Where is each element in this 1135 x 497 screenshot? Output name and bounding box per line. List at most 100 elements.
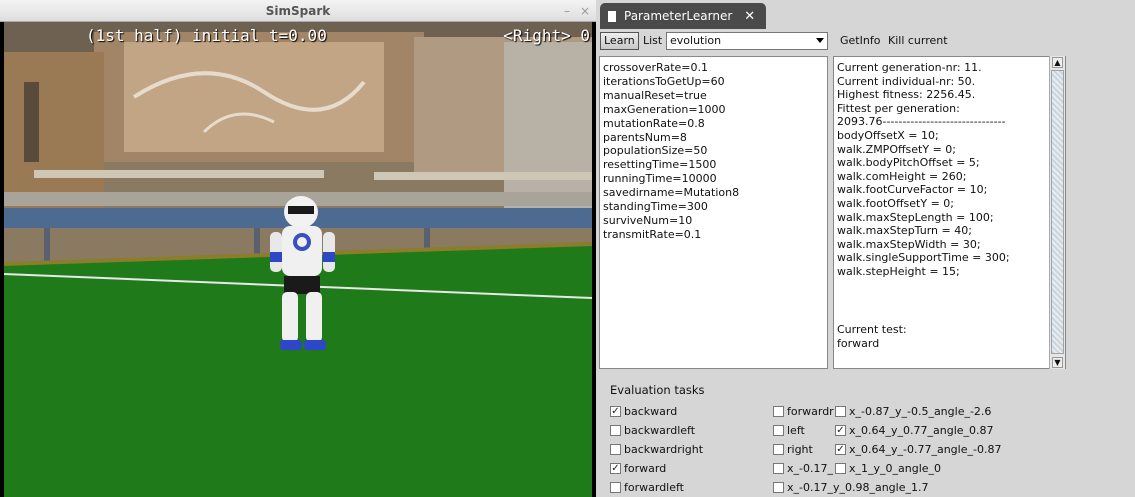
- checkbox[interactable]: [773, 444, 784, 455]
- getinfo-button[interactable]: GetInfo: [840, 34, 880, 47]
- current-test-value: forward: [837, 336, 880, 350]
- task-label: left: [787, 424, 805, 437]
- task-checkbox-item[interactable]: ✓ backward: [610, 405, 677, 418]
- score-text: <Right> 0: [503, 26, 590, 45]
- current-test-label: Current test:: [837, 323, 907, 336]
- checkbox[interactable]: [610, 444, 621, 455]
- task-checkbox-item[interactable]: ✓ x_0.64_y_0.77_angle_0.87: [835, 424, 994, 437]
- info-line: walk.comHeight = 260;: [837, 169, 967, 183]
- simspark-window: SimSpark – × (1st half) initial t=0.00 <…: [0, 0, 596, 497]
- param-line: mutationRate=0.8: [603, 116, 705, 130]
- task-label: x_0.64_y_0.77_angle_0.87: [849, 424, 994, 437]
- info-line: walk.footOffsetY = 0;: [837, 196, 954, 210]
- close-tab-icon[interactable]: ✕: [744, 9, 755, 24]
- info-line: Fittest per generation:: [837, 101, 960, 115]
- task-label: x_0.64_y_-0.77_angle_-0.87: [849, 443, 1002, 456]
- info-lines: Current generation-nr: 11. Current indivi…: [837, 61, 1062, 279]
- game-state-text: (1st half) initial t=0.00: [86, 26, 327, 45]
- evaluation-tasks-title: Evaluation tasks: [610, 383, 705, 397]
- scroll-up-icon[interactable]: ▲: [1052, 57, 1063, 68]
- list-dropdown-value: evolution: [670, 34, 722, 47]
- tab-parameter-learner[interactable]: ParameterLearner ✕: [600, 3, 766, 29]
- param-line: iterationsToGetUp=60: [603, 74, 725, 88]
- checkbox[interactable]: [773, 463, 784, 474]
- task-label: forward: [624, 462, 667, 475]
- info-textarea[interactable]: Current generation-nr: 11. Current indivi…: [833, 56, 1066, 369]
- scroll-thumb[interactable]: [1051, 70, 1064, 354]
- tab-label: ParameterLearner: [624, 9, 733, 23]
- info-line: walk.footCurveFactor = 10;: [837, 183, 988, 197]
- info-scrollbar[interactable]: ▲ ▼: [1049, 56, 1065, 369]
- task-label: x_-0.17_y_0.98_angle_1.7: [787, 481, 929, 494]
- info-line: walk.ZMPOffsetY = 0;: [837, 142, 957, 156]
- task-checkbox-item[interactable]: forwardr: [773, 405, 834, 418]
- window-controls: – ×: [564, 0, 590, 22]
- close-icon[interactable]: ×: [580, 0, 590, 22]
- param-line: maxGeneration=1000: [603, 102, 726, 116]
- task-label: forwardleft: [624, 481, 684, 494]
- checkbox[interactable]: ✓: [610, 463, 621, 474]
- checkbox[interactable]: [773, 406, 784, 417]
- simspark-titlebar[interactable]: SimSpark – ×: [0, 0, 596, 22]
- param-line: transmitRate=0.1: [603, 227, 702, 241]
- parameters-textarea[interactable]: crossoverRate=0.1 iterationsToGetUp=60 man…: [599, 56, 828, 369]
- task-checkbox-item[interactable]: backwardleft: [610, 424, 695, 437]
- list-dropdown[interactable]: evolution: [666, 32, 828, 50]
- param-line: manualReset=true: [603, 88, 707, 102]
- task-label: x_-0.87_y_-0.5_angle_-2.6: [849, 405, 992, 418]
- task-checkbox-item[interactable]: forwardleft: [610, 481, 684, 494]
- info-line: 2093.76-------------------------------: [837, 115, 1006, 129]
- info-line: Current generation-nr: 11.: [837, 61, 982, 74]
- param-line: crossoverRate=0.1: [603, 61, 708, 74]
- param-line: populationSize=50: [603, 144, 708, 158]
- info-line: bodyOffsetX = 10;: [837, 128, 939, 142]
- param-line: resettingTime=1500: [603, 158, 717, 172]
- info-line: walk.maxStepWidth = 30;: [837, 237, 981, 251]
- document-icon: [608, 10, 616, 22]
- checkbox[interactable]: ✓: [610, 406, 621, 417]
- task-checkbox-item[interactable]: left: [773, 424, 805, 437]
- tab-bar: ParameterLearner ✕: [596, 0, 1135, 29]
- task-checkbox-item[interactable]: x_1_y_0_angle_0: [835, 462, 941, 475]
- chevron-down-icon: [816, 38, 824, 43]
- task-checkbox-item[interactable]: backwardright: [610, 443, 703, 456]
- checkbox[interactable]: [773, 425, 784, 436]
- simspark-title: SimSpark: [265, 4, 331, 18]
- task-checkbox-item[interactable]: right: [773, 443, 813, 456]
- scene-render: [4, 22, 592, 497]
- task-checkbox-item[interactable]: x_-0.87_y_-0.5_angle_-2.6: [835, 405, 991, 418]
- task-label: x_-0.17_: [787, 462, 833, 475]
- minimize-icon[interactable]: –: [564, 0, 570, 22]
- task-checkbox-item[interactable]: ✓ forward: [610, 462, 666, 475]
- param-line: savedirname=Mutation8: [603, 186, 740, 200]
- param-line: surviveNum=10: [603, 213, 693, 227]
- learn-button[interactable]: Learn: [600, 32, 639, 50]
- param-line: parentsNum=8: [603, 130, 687, 144]
- task-checkbox-item[interactable]: ✓ x_0.64_y_-0.77_angle_-0.87: [835, 443, 1001, 456]
- task-checkbox-item[interactable]: x_-0.17_: [773, 462, 833, 475]
- checkbox[interactable]: [773, 482, 784, 493]
- 3d-viewport[interactable]: (1st half) initial t=0.00 <Right> 0: [4, 22, 592, 497]
- checkbox[interactable]: [610, 425, 621, 436]
- info-line: Current individual-nr: 50.: [837, 74, 976, 88]
- info-line: walk.maxStepTurn = 40;: [837, 224, 972, 238]
- param-line: runningTime=10000: [603, 172, 717, 186]
- checkbox[interactable]: [610, 482, 621, 493]
- parameter-learner-panel: ParameterLearner ✕ Learn List evolution …: [596, 0, 1135, 497]
- info-line: walk.maxStepLength = 100;: [837, 210, 994, 224]
- info-line: walk.singleSupportTime = 300;: [837, 251, 1010, 265]
- task-label: x_1_y_0_angle_0: [849, 462, 942, 475]
- task-checkbox-item[interactable]: x_-0.17_y_0.98_angle_1.7: [773, 481, 929, 494]
- info-line: walk.stepHeight = 15;: [837, 264, 960, 278]
- checkbox[interactable]: [835, 463, 846, 474]
- param-line: standingTime=300: [603, 200, 708, 214]
- checkbox[interactable]: [835, 406, 846, 417]
- task-label: right: [787, 443, 813, 456]
- checkbox[interactable]: ✓: [835, 425, 846, 436]
- task-label: backwardleft: [624, 424, 696, 437]
- checkbox[interactable]: ✓: [835, 444, 846, 455]
- kill-current-button[interactable]: Kill current: [888, 34, 948, 47]
- task-label: backward: [624, 405, 678, 418]
- task-label: forwardr: [787, 405, 834, 418]
- scroll-down-icon[interactable]: ▼: [1052, 357, 1063, 368]
